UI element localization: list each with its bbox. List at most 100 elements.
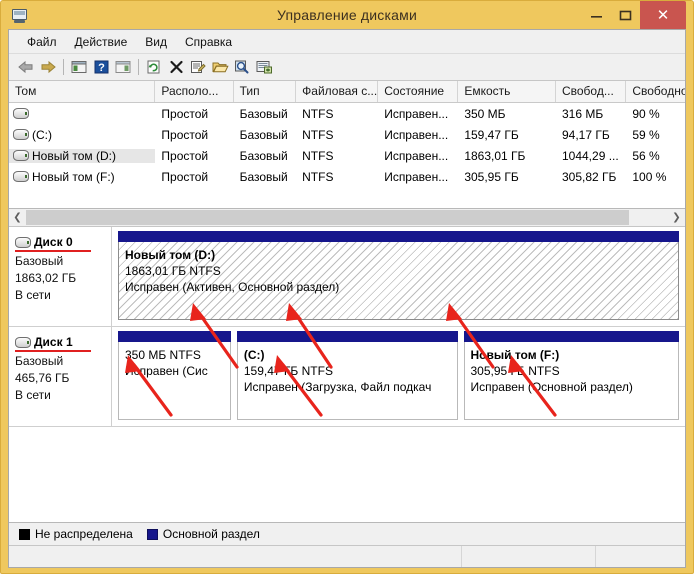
cell-layout: Простой — [161, 148, 209, 163]
disk-type-1: Базовый — [15, 354, 64, 368]
column-header-layout[interactable]: Располо... — [155, 81, 234, 102]
refresh-button[interactable] — [143, 56, 165, 78]
legend: Не распределена Основной раздел — [9, 523, 685, 546]
disk-partitions-0: Новый том (D:) 1863,01 ГБ NTFS Исправен … — [112, 227, 685, 326]
table-row[interactable]: Новый том (F:) Простой Базовый NTFS Испр… — [9, 166, 685, 187]
cell-filesystem: NTFS — [302, 169, 334, 184]
disk-icon — [15, 236, 31, 248]
disk-management-window: Управление дисками ✕ Файл Действие Вид С… — [0, 0, 694, 574]
refresh-icon — [147, 60, 160, 74]
show-console-tree-button[interactable] — [68, 56, 90, 78]
partition-color-bar — [463, 331, 679, 342]
cell-type: Базовый — [239, 127, 288, 142]
disk-size-0: 1863,02 ГБ — [15, 271, 77, 285]
disk-row-1[interactable]: Диск 1 Базовый 465,76 ГБ В сети 350 МБ N… — [9, 327, 685, 427]
column-header-free[interactable]: Свобод... — [556, 81, 627, 102]
cell-status: Исправен... — [384, 169, 449, 184]
cell-status: Исправен... — [384, 106, 449, 121]
cell-volume: Новый том (D:) — [9, 148, 156, 163]
disk-row-0[interactable]: Диск 0 Базовый 1863,02 ГБ В сети Новый т… — [9, 227, 685, 327]
minimize-button[interactable] — [582, 1, 611, 29]
partition-status: Исправен (Основной раздел) — [470, 380, 633, 394]
table-row[interactable]: (C:) Простой Базовый NTFS Исправен... 15… — [9, 124, 685, 145]
scrollbar-track[interactable] — [26, 209, 668, 226]
help-button[interactable]: ? — [90, 56, 112, 78]
drive-icon — [13, 129, 29, 140]
partition-c[interactable]: (C:) 159,47 ГБ NTFS Исправен (Загрузка, … — [236, 331, 458, 420]
partition-body: Новый том (D:) 1863,01 ГБ NTFS Исправен … — [118, 242, 679, 320]
cell-free: 1044,29 ... — [561, 148, 619, 163]
partition-color-bar — [118, 331, 231, 342]
maximize-button[interactable] — [611, 1, 640, 29]
partition-size: 159,47 ГБ NTFS — [243, 364, 333, 378]
partition-system-reserved[interactable]: 350 МБ NTFS Исправен (Сис — [118, 331, 231, 420]
partition-body: (C:) 159,47 ГБ NTFS Исправен (Загрузка, … — [236, 342, 458, 420]
partition-body: Новый том (F:) 305,95 ГБ NTFS Исправен (… — [463, 342, 679, 420]
cell-filesystem: NTFS — [302, 106, 334, 121]
minimize-icon — [591, 15, 602, 18]
column-header-capacity[interactable]: Емкость — [458, 81, 556, 102]
disk-info-0[interactable]: Диск 0 Базовый 1863,02 ГБ В сети — [9, 227, 112, 326]
scroll-left-arrow-icon[interactable]: ❮ — [9, 209, 26, 226]
delete-button[interactable] — [165, 56, 187, 78]
scrollbar-thumb[interactable] — [26, 210, 630, 225]
partition-d[interactable]: Новый том (D:) 1863,01 ГБ NTFS Исправен … — [118, 231, 679, 320]
scroll-right-arrow-icon[interactable]: ❯ — [668, 209, 685, 226]
menu-file[interactable]: Файл — [18, 32, 66, 52]
partition-name: Новый том (F:) — [470, 348, 560, 362]
search-icon — [235, 60, 249, 74]
cell-free: 94,17 ГБ — [561, 127, 610, 142]
cell-free: 305,82 ГБ — [561, 169, 617, 184]
legend-primary-partition: Основной раздел — [146, 527, 260, 541]
back-button[interactable] — [15, 56, 37, 78]
horizontal-scrollbar[interactable]: ❮ ❯ — [9, 209, 685, 227]
disk-info-1[interactable]: Диск 1 Базовый 465,76 ГБ В сети — [9, 327, 112, 426]
partition-f[interactable]: Новый том (F:) 305,95 ГБ NTFS Исправен (… — [463, 331, 679, 420]
column-header-type[interactable]: Тип — [234, 81, 297, 102]
open-folder-button[interactable] — [209, 56, 231, 78]
forward-button[interactable] — [37, 56, 59, 78]
column-header-status[interactable]: Состояние — [378, 81, 459, 102]
graphical-disk-view: Диск 0 Базовый 1863,02 ГБ В сети Новый т… — [9, 227, 685, 523]
help-icon: ? — [94, 60, 108, 74]
partition-body: 350 МБ NTFS Исправен (Сис — [118, 342, 231, 420]
partition-status: Исправен (Загрузка, Файл подкач — [243, 380, 432, 394]
properties-button[interactable] — [187, 56, 209, 78]
disk-title-1: Диск 1 — [15, 335, 91, 352]
close-button[interactable]: ✕ — [640, 1, 686, 29]
show-console-tree-icon — [71, 61, 87, 73]
column-header-volume[interactable]: Том — [9, 81, 156, 102]
drive-icon — [13, 171, 29, 182]
toolbar: ? — [9, 54, 685, 81]
cell-free-percent: 59 % — [632, 127, 660, 142]
menu-help[interactable]: Справка — [176, 32, 241, 52]
partition-name: Новый том (D:) — [125, 248, 216, 262]
cell-layout: Простой — [161, 127, 209, 142]
status-pane-1 — [9, 546, 461, 567]
partition-color-bar — [236, 331, 458, 342]
rescan-disks-button[interactable] — [253, 56, 275, 78]
disk-type-0: Базовый — [15, 254, 64, 268]
partition-size: 1863,01 ГБ NTFS — [125, 264, 221, 278]
partition-name: (C:) — [243, 348, 265, 362]
disk-size-1: 465,76 ГБ — [15, 371, 70, 385]
column-header-free-percent[interactable]: Свободно % — [626, 81, 685, 102]
maximize-icon — [619, 10, 632, 20]
delete-icon — [169, 60, 183, 74]
partition-color-bar — [118, 231, 679, 242]
column-header-filesystem[interactable]: Файловая с... — [296, 81, 379, 102]
menu-action[interactable]: Действие — [66, 32, 137, 52]
table-row[interactable]: Новый том (D:) Простой Базовый NTFS Испр… — [9, 145, 685, 166]
show-action-pane-button[interactable] — [112, 56, 134, 78]
cell-filesystem: NTFS — [302, 148, 334, 163]
menu-view[interactable]: Вид — [136, 32, 176, 52]
cell-free-percent: 90 % — [632, 106, 660, 121]
table-row[interactable]: Простой Базовый NTFS Исправен... 350 МБ … — [9, 103, 685, 124]
cell-free: 316 МБ — [561, 106, 604, 121]
search-button[interactable] — [231, 56, 253, 78]
partition-status: Исправен (Сис — [125, 364, 208, 378]
cell-status: Исправен... — [384, 127, 449, 142]
disk-management-icon — [11, 6, 29, 24]
legend-unallocated: Не распределена — [19, 527, 133, 541]
cell-volume: (C:) — [9, 128, 155, 142]
